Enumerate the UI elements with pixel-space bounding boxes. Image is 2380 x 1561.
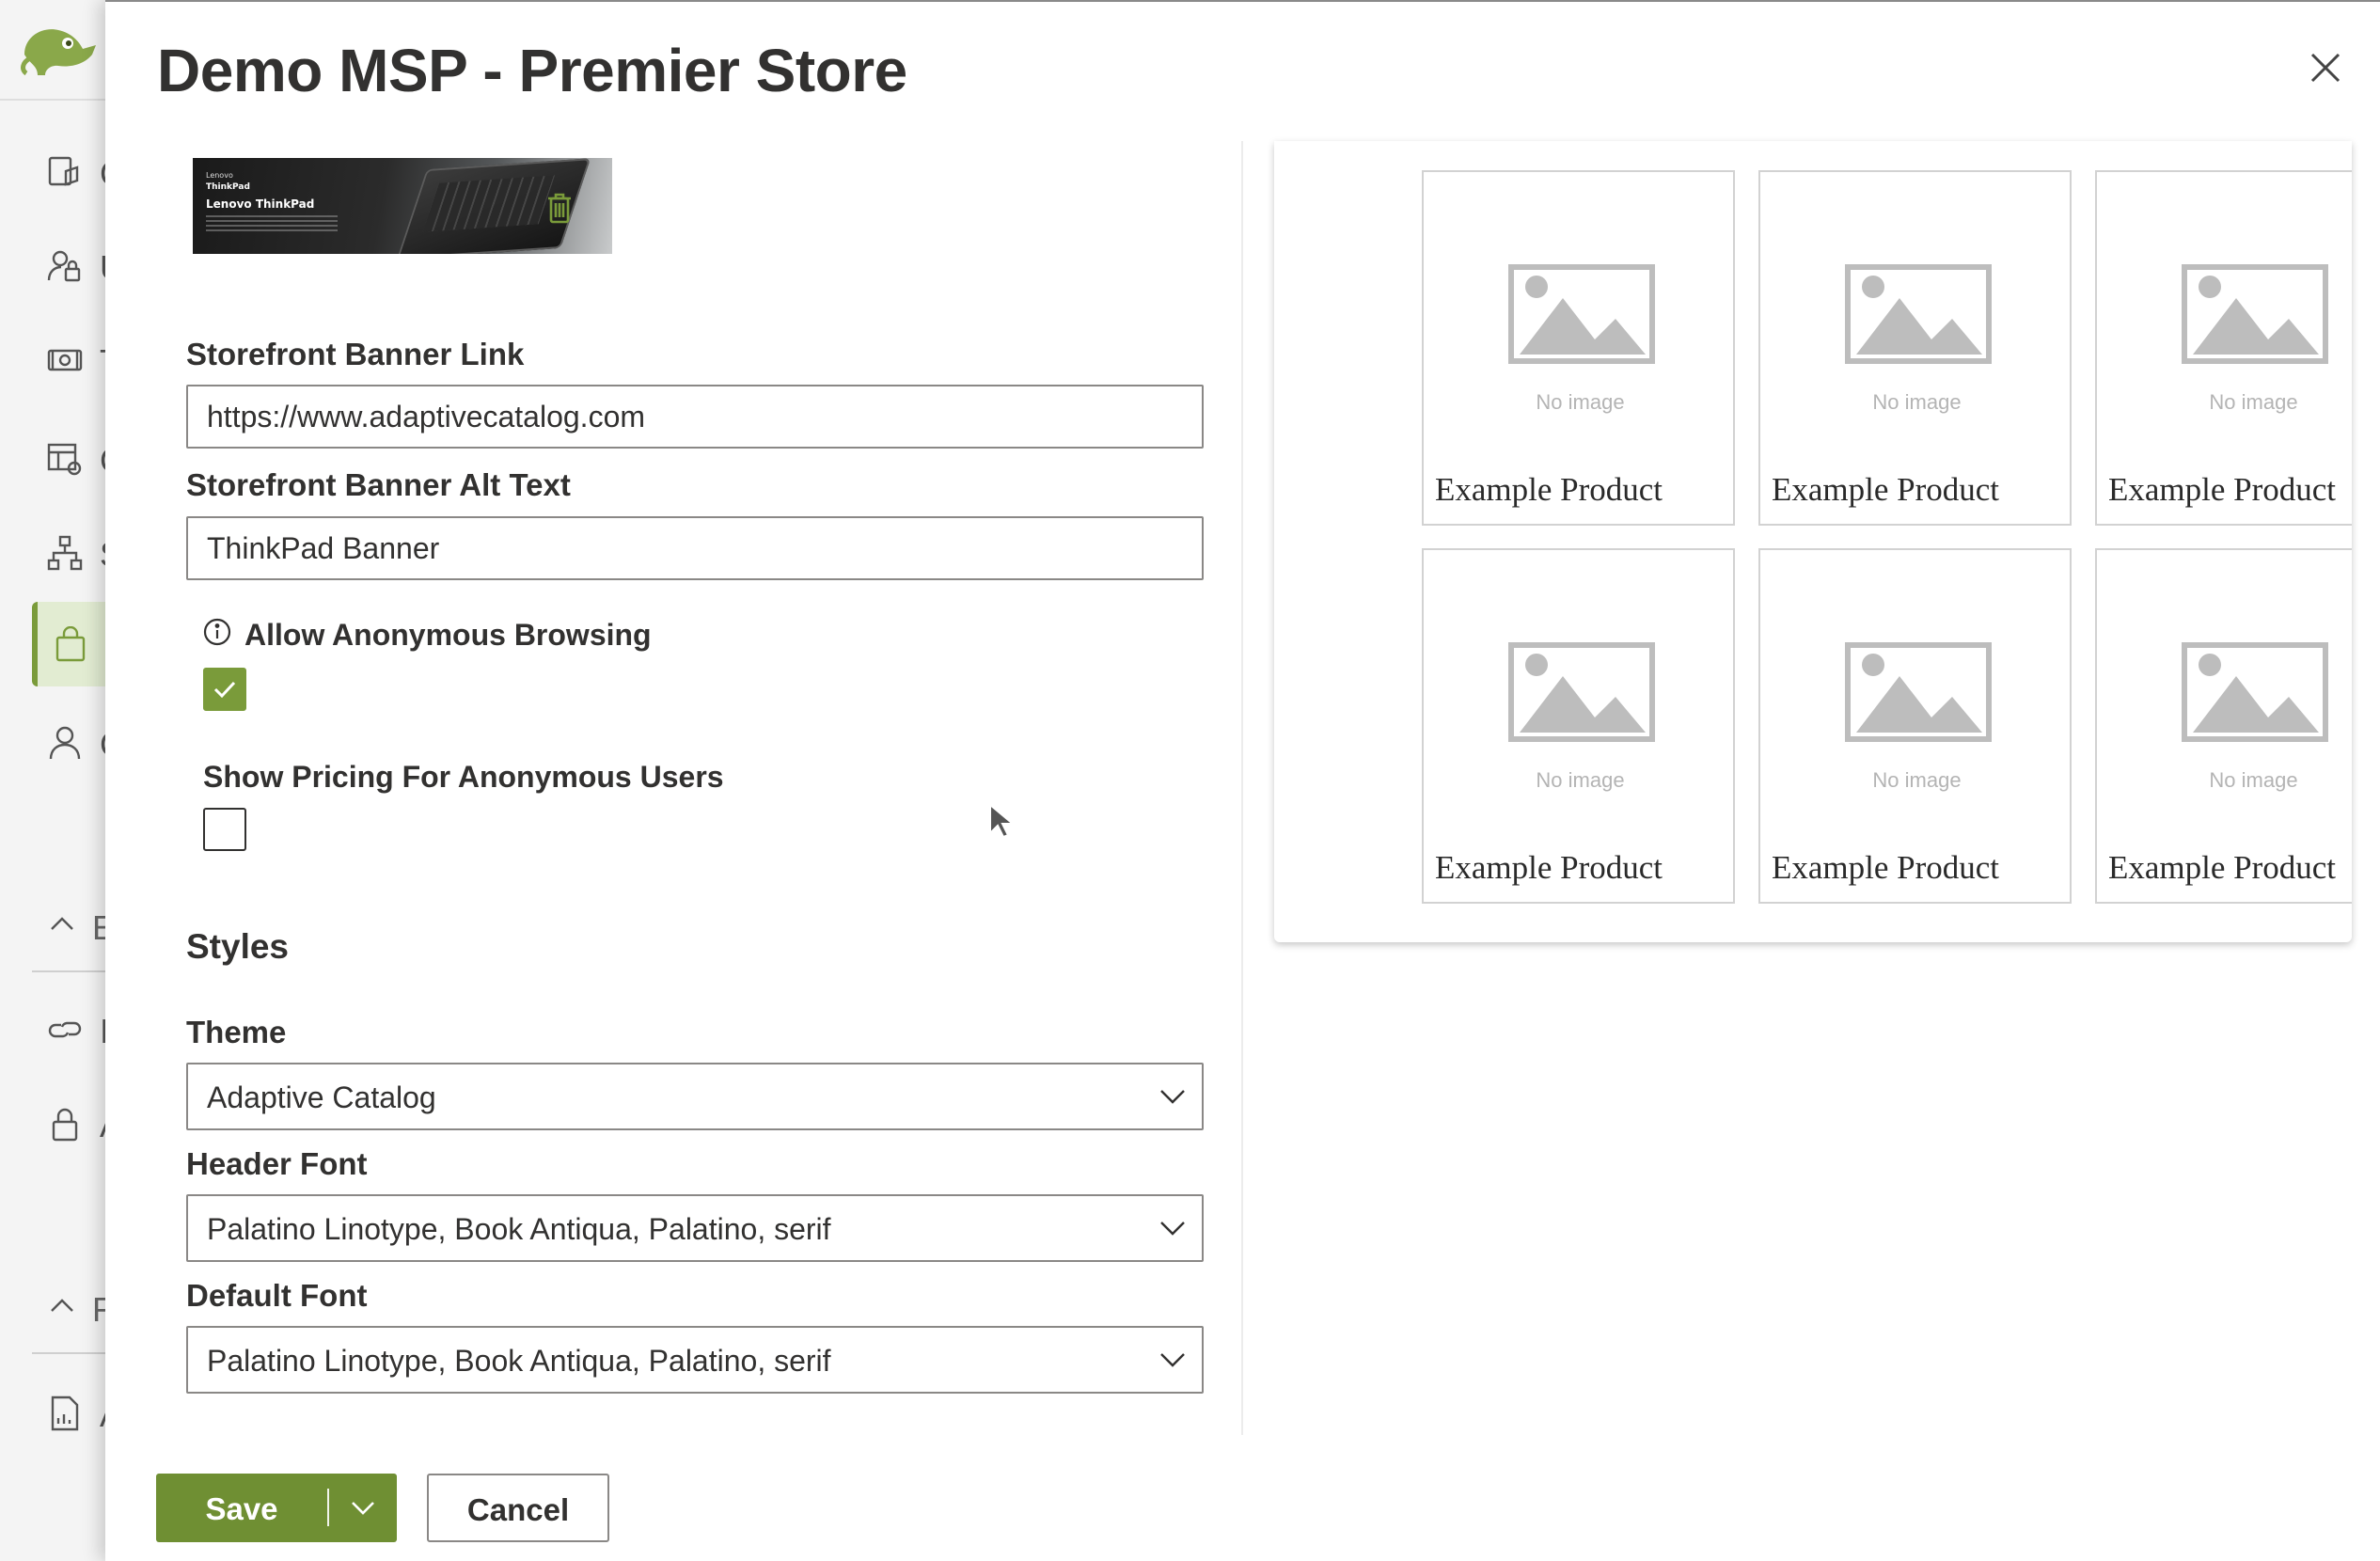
- sidebar-divider: [32, 1352, 105, 1354]
- image-placeholder-icon: [1845, 642, 1992, 742]
- store-settings-dialog: Demo MSP - Premier Store Lenovo ThinkPad…: [105, 0, 2380, 1561]
- chevron-down-icon: [1160, 1222, 1185, 1236]
- banner-brand-sub: ThinkPad: [206, 182, 250, 192]
- hierarchy-icon: [47, 535, 83, 571]
- cancel-button[interactable]: Cancel: [427, 1474, 609, 1542]
- cancel-button-label: Cancel: [466, 1492, 570, 1527]
- dialog-title: Demo MSP - Premier Store: [157, 37, 907, 104]
- no-image-text: No image: [1536, 390, 1625, 414]
- product-name: Example Product: [1772, 849, 2000, 886]
- product-card[interactable]: No image Example Product: [1758, 548, 2072, 904]
- product-card[interactable]: No image Example Product: [1422, 548, 1735, 904]
- sidebar-divider: [0, 99, 105, 101]
- sidebar-item-customers[interactable]: C: [32, 701, 124, 785]
- theme-label: Theme: [186, 1015, 287, 1049]
- close-icon[interactable]: [2303, 45, 2348, 90]
- banner-alt-text-input[interactable]: [186, 516, 1204, 580]
- sidebar-divider: [32, 970, 105, 972]
- sidebar-item-users[interactable]: U: [32, 224, 124, 308]
- product-name: Example Product: [1435, 471, 1663, 508]
- product-card[interactable]: No image Example Product: [2095, 170, 2352, 526]
- banner-alt-text-label: Storefront Banner Alt Text: [186, 467, 571, 502]
- info-icon[interactable]: [202, 617, 232, 647]
- chameleon-logo-icon: [21, 29, 96, 76]
- product-card[interactable]: No image Example Product: [1758, 170, 2072, 526]
- sidebar-item-configuration[interactable]: C: [32, 417, 124, 501]
- image-placeholder-icon: [2182, 264, 2328, 364]
- anonymous-browsing-checkbox[interactable]: [203, 668, 246, 711]
- image-placeholder-icon: [1508, 264, 1655, 364]
- lock-icon: [52, 1108, 78, 1142]
- banner-link-label: Storefront Banner Link: [186, 337, 525, 371]
- theme-select[interactable]: Adaptive Catalog: [186, 1063, 1204, 1130]
- product-name: Example Product: [1435, 849, 1663, 886]
- anonymous-pricing-label: Show Pricing For Anonymous Users: [203, 760, 724, 794]
- chevron-down-icon: [1160, 1090, 1185, 1104]
- chevron-down-icon: [1160, 1353, 1185, 1367]
- sidebar-item-analytics[interactable]: A: [32, 1371, 122, 1456]
- sidebar-item-storefronts[interactable]: S: [32, 602, 128, 686]
- banner-brand-small: Lenovo: [206, 171, 233, 180]
- trash-icon[interactable]: [545, 191, 574, 225]
- checkmark-icon: [213, 681, 236, 699]
- person-icon: [49, 726, 81, 760]
- user-lock-icon: [47, 250, 81, 282]
- link-icon: [48, 1021, 82, 1038]
- sidebar-item-structure[interactable]: S: [32, 511, 122, 595]
- banner-headline: Lenovo ThinkPad: [206, 197, 315, 211]
- money-icon: [47, 349, 83, 371]
- column-divider: [1241, 141, 1243, 1435]
- banner-link-input[interactable]: [186, 385, 1204, 449]
- anonymous-browsing-label: Allow Anonymous Browsing: [244, 618, 652, 652]
- mouse-cursor-icon: [989, 803, 1016, 839]
- product-box-icon: [48, 156, 79, 186]
- report-icon: [51, 1395, 79, 1431]
- chevron-up-icon: [51, 1299, 73, 1312]
- product-name: Example Product: [2108, 471, 2337, 508]
- product-name: Example Product: [1772, 471, 2000, 508]
- app-sidebar: C U T C S S C E: [0, 0, 128, 1561]
- sidebar-item-integrations[interactable]: I: [32, 987, 109, 1072]
- anonymous-pricing-checkbox[interactable]: [203, 808, 246, 851]
- table-settings-icon: [47, 443, 82, 476]
- sidebar-section-toggle[interactable]: F: [32, 1277, 113, 1343]
- storefront-preview: No image Example Product No image Exampl…: [1274, 141, 2352, 942]
- save-button[interactable]: Save: [156, 1474, 397, 1542]
- product-card[interactable]: No image Example Product: [1422, 170, 1735, 526]
- default-font-select[interactable]: Palatino Linotype, Book Antiqua, Palatin…: [186, 1326, 1204, 1394]
- image-placeholder-icon: [2182, 642, 2328, 742]
- sidebar-section-toggle[interactable]: E: [32, 895, 115, 961]
- no-image-text: No image: [1536, 768, 1625, 792]
- header-font-label: Header Font: [186, 1146, 368, 1181]
- sidebar-item-catalog[interactable]: C: [32, 130, 124, 214]
- image-placeholder-icon: [1508, 642, 1655, 742]
- image-placeholder-icon: [1845, 264, 1992, 364]
- sidebar-item-transactions[interactable]: T: [32, 318, 120, 402]
- sidebar-item-access[interactable]: A: [32, 1081, 122, 1166]
- product-card[interactable]: No image Example Product: [2095, 548, 2352, 904]
- styles-heading: Styles: [186, 927, 290, 966]
- header-font-select[interactable]: Palatino Linotype, Book Antiqua, Palatin…: [186, 1194, 1204, 1262]
- shopping-bag-icon: [55, 626, 86, 662]
- banner-body-text: [206, 214, 338, 231]
- save-button-label: Save: [205, 1491, 278, 1526]
- default-font-label: Default Font: [186, 1278, 368, 1313]
- product-name: Example Product: [2108, 849, 2337, 886]
- chevron-up-icon: [51, 917, 73, 930]
- header-font-value: Palatino Linotype, Book Antiqua, Palatin…: [207, 1212, 831, 1246]
- no-image-text: No image: [1872, 768, 1962, 792]
- default-font-value: Palatino Linotype, Book Antiqua, Palatin…: [207, 1344, 831, 1378]
- no-image-text: No image: [1872, 390, 1962, 414]
- no-image-text: No image: [2209, 390, 2298, 414]
- theme-value: Adaptive Catalog: [207, 1080, 436, 1114]
- no-image-text: No image: [2209, 768, 2298, 792]
- panel-top-border: [105, 0, 2380, 2]
- chevron-down-icon: [352, 1502, 374, 1515]
- save-options-dropdown[interactable]: [329, 1474, 397, 1542]
